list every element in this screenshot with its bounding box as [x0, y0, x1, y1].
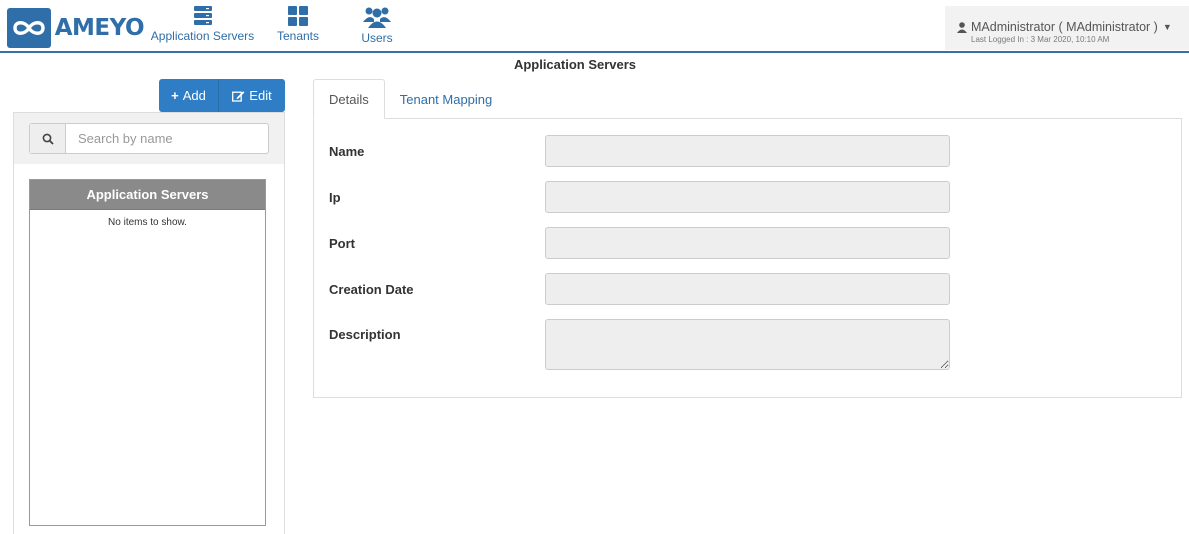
search-icon: [30, 124, 66, 153]
nav-label: Users: [361, 31, 393, 45]
search-group: [29, 123, 269, 154]
ameyo-logo[interactable]: AMEYO: [7, 8, 145, 48]
server-icon: [193, 6, 212, 25]
user-icon: [957, 21, 967, 33]
edit-icon: [232, 90, 245, 102]
port-label: Port: [329, 236, 355, 251]
description-label: Description: [329, 327, 401, 342]
nav-application-servers[interactable]: Application Servers: [147, 6, 258, 50]
empty-list-message: No items to show.: [108, 217, 187, 228]
creation-date-field[interactable]: [545, 273, 950, 305]
last-login: Last Logged In : 3 Mar 2020, 10:10 AM: [971, 35, 1110, 44]
ip-field[interactable]: [545, 181, 950, 213]
logo-text: AMEYO: [54, 15, 145, 41]
top-header: AMEYO Application Servers Tenants Users …: [0, 0, 1189, 53]
nav-users[interactable]: Users: [357, 6, 397, 50]
tab-tenant-mapping[interactable]: Tenant Mapping: [385, 79, 508, 119]
creation-date-label: Creation Date: [329, 282, 414, 297]
search-bar: [14, 113, 284, 164]
server-list: Application Servers No items to show.: [29, 179, 266, 526]
details-panel: Name Ip Port Creation Date Description: [313, 118, 1182, 398]
search-input[interactable]: [66, 124, 268, 153]
user-name: MAdministrator ( MAdministrator ): [971, 20, 1158, 34]
action-button-group: + Add Edit: [159, 79, 285, 112]
port-field[interactable]: [545, 227, 950, 259]
name-field[interactable]: [545, 135, 950, 167]
name-label: Name: [329, 144, 365, 159]
nav-tenants[interactable]: Tenants: [274, 6, 322, 50]
caret-down-icon: ▼: [1162, 22, 1172, 32]
grid-icon: [288, 6, 308, 26]
tab-details[interactable]: Details: [313, 79, 385, 119]
add-button[interactable]: + Add: [159, 79, 219, 112]
edit-button[interactable]: Edit: [219, 79, 285, 112]
detail-tabs: Details Tenant Mapping: [313, 79, 507, 119]
list-header: Application Servers: [30, 180, 265, 210]
description-field[interactable]: [545, 319, 950, 370]
server-list-panel: Application Servers No items to show.: [13, 112, 285, 534]
ip-label: Ip: [329, 190, 341, 205]
user-menu[interactable]: MAdministrator ( MAdministrator ) ▼ Last…: [945, 6, 1189, 50]
nav-label: Application Servers: [150, 29, 255, 43]
logo-infinity-icon: [7, 8, 51, 48]
plus-icon: +: [171, 88, 179, 103]
add-label: Add: [182, 88, 206, 103]
page-title: Application Servers: [513, 57, 637, 72]
users-icon: [363, 7, 391, 28]
nav-label: Tenants: [276, 29, 320, 43]
edit-label: Edit: [249, 88, 272, 103]
